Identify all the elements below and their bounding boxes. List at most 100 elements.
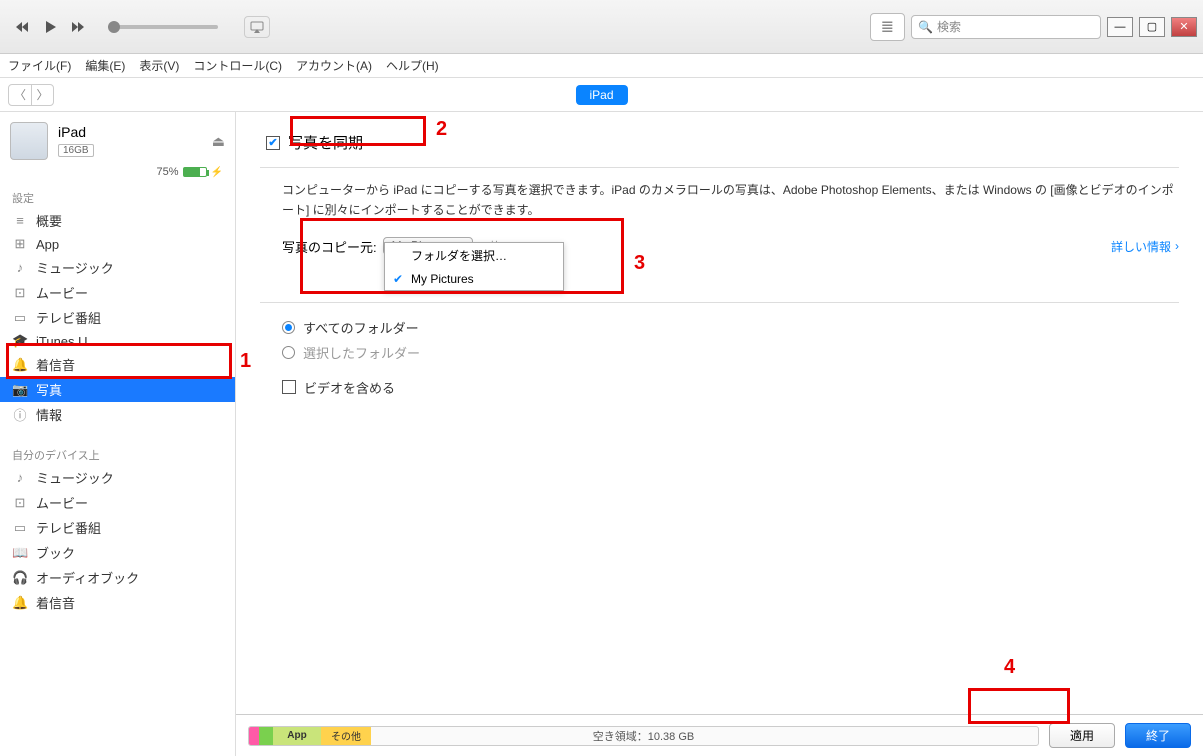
battery-status: 75% ⚡ — [0, 166, 235, 184]
movies-icon: ⊡ — [12, 285, 28, 301]
nav-forward-button[interactable]: 〉 — [31, 85, 53, 105]
footer: App その他 空き領域：10.38 GB 適用 終了 — [236, 714, 1203, 756]
menu-help[interactable]: ヘルプ(H) — [386, 57, 439, 74]
capacity-seg-audio — [249, 727, 259, 745]
sidebar-item-label: 着信音 — [36, 355, 75, 374]
radio-selected-folders-row: 選択したフォルダー — [260, 340, 1179, 365]
summary-icon: ≡ — [12, 213, 28, 228]
menu-edit[interactable]: 編集(E) — [85, 57, 125, 74]
sidebar-item-label: iTunes U — [36, 334, 88, 349]
content-pane: ✔ 写真を同期 コンピューターから iPad にコピーする写真を選択できます。i… — [236, 112, 1203, 756]
sidebar-item-movies[interactable]: ⊡ ムービー — [0, 280, 235, 305]
device-header: iPad 16GB ⏏ — [0, 112, 235, 166]
device-pill[interactable]: iPad — [575, 85, 627, 105]
include-video-row: ✔ ビデオを含める — [260, 375, 1179, 400]
titlebar: ≣ 🔍 検索 — ▢ ✕ — [0, 0, 1203, 54]
sidebar-item-dev-books[interactable]: 📖 ブック — [0, 540, 235, 565]
sidebar-item-dev-audiobooks[interactable]: 🎧 オーディオブック — [0, 565, 235, 590]
sidebar-item-app[interactable]: ⊞App — [0, 233, 235, 255]
dropdown-my-pictures[interactable]: ✔My Pictures — [385, 268, 563, 290]
sidebar-item-tv[interactable]: ▭テレビ番組 — [0, 305, 235, 330]
camera-icon: 📷 — [12, 382, 28, 398]
search-input[interactable]: 🔍 検索 — [911, 15, 1101, 39]
playback-controls — [12, 16, 270, 38]
sync-photos-checkbox-row: ✔ 写真を同期 — [260, 130, 1179, 155]
sidebar-item-label: オーディオブック — [36, 568, 139, 587]
nav-back-button[interactable]: 〈 — [9, 85, 31, 105]
chevron-right-icon: › — [1175, 239, 1179, 253]
music-icon: ♪ — [12, 260, 28, 275]
menu-view[interactable]: 表示(V) — [139, 57, 179, 74]
minimize-button[interactable]: — — [1107, 17, 1133, 37]
airplay-button[interactable] — [244, 16, 270, 38]
next-button[interactable] — [68, 17, 88, 37]
radio-all-folders-row: すべてのフォルダー — [260, 315, 1179, 340]
capacity-seg-app: App — [273, 727, 321, 745]
menu-file[interactable]: ファイル(F) — [8, 57, 71, 74]
ringtone-icon: 🔔 — [12, 357, 28, 373]
maximize-button[interactable]: ▢ — [1139, 17, 1165, 37]
sidebar-item-dev-tv[interactable]: ▭テレビ番組 — [0, 515, 235, 540]
info-icon: ⓘ — [12, 405, 28, 424]
device-name: iPad — [58, 124, 212, 140]
prev-button[interactable] — [12, 17, 32, 37]
sidebar-item-label: 写真 — [36, 380, 62, 399]
search-icon: 🔍 — [918, 20, 933, 34]
sidebar-item-music[interactable]: ♪ ミュージック — [0, 255, 235, 280]
sidebar-item-dev-movies[interactable]: ⊡ ムービー — [0, 490, 235, 515]
list-view-button[interactable]: ≣ — [870, 13, 905, 41]
tv-icon: ▭ — [12, 520, 28, 536]
menu-control[interactable]: コントロール(C) — [193, 57, 282, 74]
include-video-checkbox[interactable]: ✔ — [282, 380, 296, 394]
device-capacity: 16GB — [58, 144, 94, 157]
copy-source-dropdown: フォルダを選択… ✔My Pictures — [384, 242, 564, 291]
battery-icon — [183, 167, 207, 177]
menu-account[interactable]: アカウント(A) — [296, 57, 372, 74]
done-button[interactable]: 終了 — [1125, 723, 1191, 748]
sidebar-item-label: ムービー — [36, 283, 88, 302]
close-button[interactable]: ✕ — [1171, 17, 1197, 37]
itunesu-icon: 🎓 — [12, 333, 28, 349]
movies-icon: ⊡ — [12, 495, 28, 511]
sidebar-item-photos[interactable]: 📷 写真 — [0, 377, 235, 402]
radio-selected-label: 選択したフォルダー — [303, 343, 420, 362]
music-icon: ♪ — [12, 470, 28, 485]
play-button[interactable] — [40, 17, 60, 37]
sync-description: コンピューターから iPad にコピーする写真を選択できます。iPad のカメラ… — [260, 180, 1179, 221]
battery-pct: 75% — [157, 166, 179, 178]
sidebar-item-label: 着信音 — [36, 593, 75, 612]
sidebar-item-info[interactable]: ⓘ情報 — [0, 402, 235, 427]
sync-photos-checkbox[interactable]: ✔ — [266, 136, 280, 150]
capacity-seg-other: その他 — [321, 727, 371, 745]
radio-all-folders[interactable] — [282, 321, 295, 334]
section-ondevice-label: 自分のデバイス上 — [0, 441, 235, 465]
volume-slider[interactable] — [108, 25, 218, 29]
charging-icon: ⚡ — [211, 167, 223, 178]
sidebar-item-label: ブック — [36, 543, 75, 562]
check-icon: ✔ — [393, 272, 403, 286]
radio-all-label: すべてのフォルダー — [303, 318, 419, 337]
eject-button[interactable]: ⏏ — [212, 133, 225, 150]
menubar: ファイル(F) 編集(E) 表示(V) コントロール(C) アカウント(A) ヘ… — [0, 54, 1203, 78]
include-video-label: ビデオを含める — [304, 378, 395, 397]
sync-photos-label: 写真を同期 — [288, 132, 363, 153]
sidebar-item-label: ミュージック — [36, 258, 114, 277]
sidebar-item-dev-ringtones[interactable]: 🔔 着信音 — [0, 590, 235, 615]
headphones-icon: 🎧 — [12, 570, 28, 586]
copy-source-label: 写真のコピー元: — [282, 237, 377, 256]
ringtone-icon: 🔔 — [12, 595, 28, 611]
sidebar-item-summary[interactable]: ≡ 概要 — [0, 208, 235, 233]
sidebar-item-dev-music[interactable]: ♪ミュージック — [0, 465, 235, 490]
capacity-bar: App その他 空き領域：10.38 GB — [248, 726, 1039, 746]
radio-selected-folders[interactable] — [282, 346, 295, 359]
sidebar-item-ringtones[interactable]: 🔔 着信音 — [0, 352, 235, 377]
book-icon: 📖 — [12, 545, 28, 561]
sidebar-item-label: ムービー — [36, 493, 88, 512]
capacity-seg-photos — [259, 727, 273, 745]
sidebar-item-label: App — [36, 237, 59, 252]
sidebar-item-itunesu[interactable]: 🎓 iTunes U — [0, 330, 235, 352]
dropdown-choose-folder[interactable]: フォルダを選択… — [385, 243, 563, 268]
sidebar-item-label: 概要 — [36, 211, 62, 230]
more-info-link[interactable]: 詳しい情報› — [1111, 238, 1179, 255]
apply-button[interactable]: 適用 — [1049, 723, 1115, 748]
